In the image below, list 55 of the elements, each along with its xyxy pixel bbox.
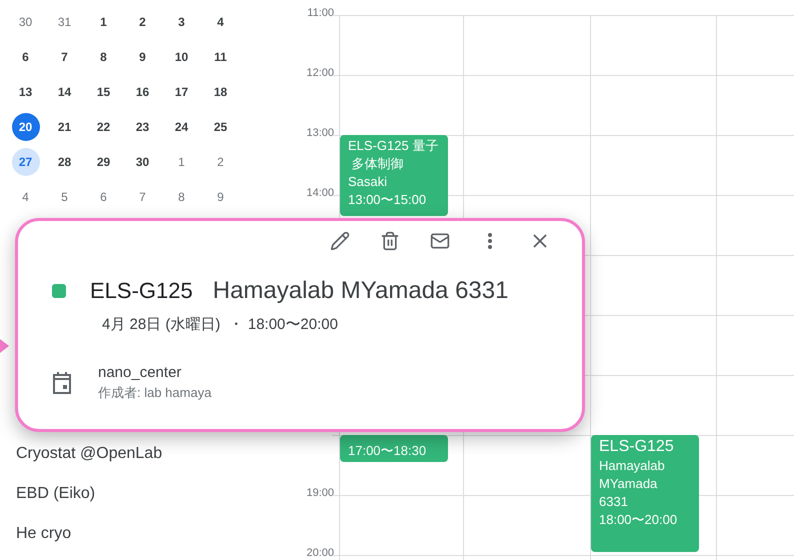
edit-button[interactable] [328,229,352,253]
calendar-day[interactable]: 15 [90,78,118,106]
calendar-day[interactable]: 8 [168,183,196,211]
calendar-day[interactable]: 11 [206,43,234,71]
calendar-day[interactable]: 14 [50,78,78,106]
trash-icon [380,231,400,251]
event-title: Hamayalab MYamada 6331 [212,277,508,305]
calendar-icon [52,372,72,394]
calendar-day[interactable]: 4 [206,8,234,36]
time-label: 11:00 [307,7,334,19]
calendar-day[interactable]: 8 [90,43,118,71]
calendar-day[interactable]: 20 [12,113,40,141]
time-label: 13:00 [306,127,334,139]
time-label: 12:00 [306,67,334,79]
mail-icon [430,231,450,251]
calendar-name[interactable]: He cryo [16,514,282,554]
time-label: 14:00 [306,187,334,199]
calendar-day[interactable]: 22 [90,113,118,141]
pencil-icon [330,231,350,251]
calendar-name[interactable]: EBD (Eiko) [16,474,282,514]
calendar-day[interactable]: 5 [50,183,78,211]
calendar-day[interactable]: 24 [168,113,196,141]
calendar-day[interactable]: 13 [12,78,40,106]
calendar-day[interactable]: 28 [50,148,78,176]
calendar-day[interactable]: 31 [50,8,78,36]
calendar-name[interactable]: Cryostat @OpenLab [16,434,282,474]
calendar-day[interactable]: 1 [90,8,118,36]
calendar-day[interactable]: 2 [128,8,156,36]
calendar-day[interactable]: 7 [50,43,78,71]
calendar-day[interactable]: 23 [128,113,156,141]
calendar-day[interactable]: 21 [50,113,78,141]
calendar-day[interactable]: 6 [90,183,118,211]
calendar-day[interactable]: 17 [168,78,196,106]
calendar-day[interactable]: 3 [168,8,196,36]
calendar-day[interactable]: 7 [128,183,156,211]
event-code: ELS-G125 [90,278,193,304]
calendar-day[interactable]: 9 [206,183,234,211]
calendar-name: nano_center [98,364,182,381]
calendar-day[interactable]: 9 [128,43,156,71]
creator-text: 作成者: lab hamaya [98,384,212,402]
calendar-day[interactable]: 30 [128,148,156,176]
calendar-day[interactable]: 1 [168,148,196,176]
event-time: 4月 28日 (水曜日) ・ 18:00〜20:00 [102,315,339,334]
calendar-day[interactable]: 4 [12,183,40,211]
calendar-day[interactable]: 18 [206,78,234,106]
calendar-day[interactable]: 29 [90,148,118,176]
calendar-day[interactable]: 30 [12,8,40,36]
calendar-day[interactable]: 10 [168,43,196,71]
more-icon [488,233,492,249]
time-label: 20:00 [306,547,334,559]
calendar-day[interactable]: 6 [12,43,40,71]
time-label: 19:00 [306,487,334,499]
calendar-day[interactable]: 2 [206,148,234,176]
calendar-day[interactable]: 25 [206,113,234,141]
calendar-day[interactable]: 16 [128,78,156,106]
